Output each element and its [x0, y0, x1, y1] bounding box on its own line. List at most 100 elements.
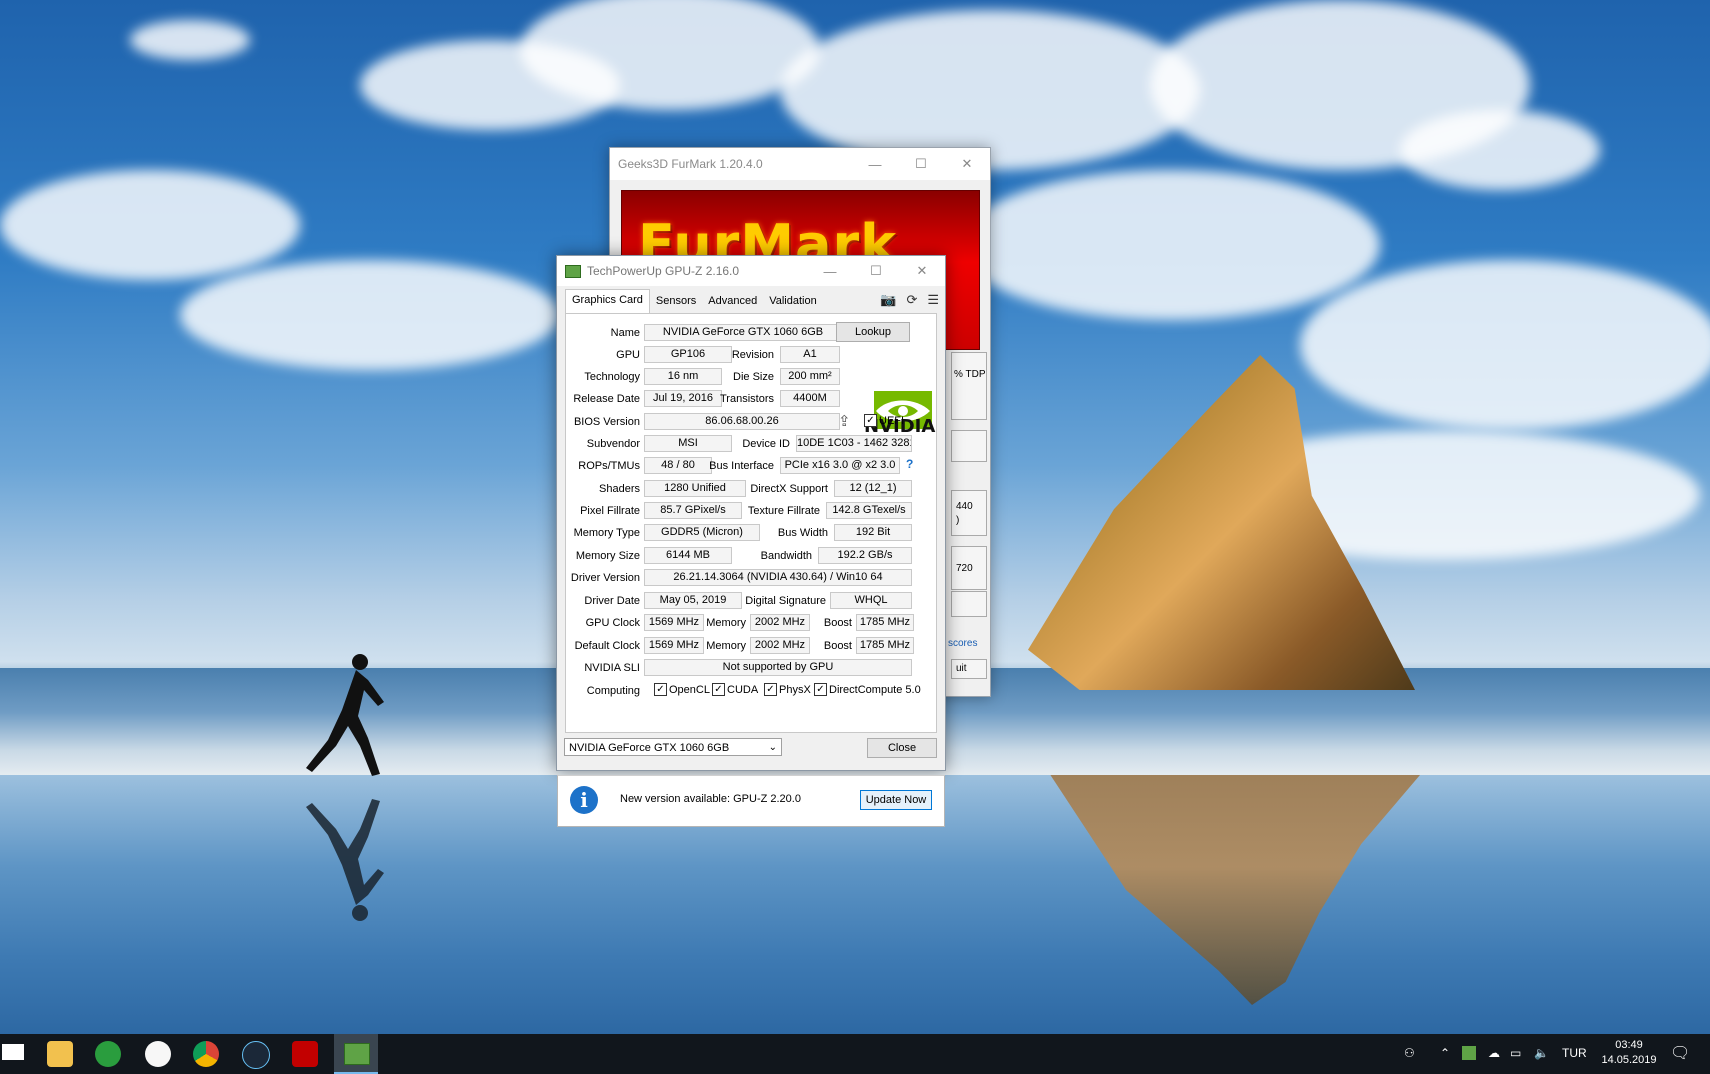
clock-time: 03:49	[1615, 1039, 1643, 1051]
action-center-icon[interactable]: 🗨	[1670, 1043, 1690, 1063]
value-transistors[interactable]: 4400M	[780, 390, 840, 407]
value-name[interactable]: NVIDIA GeForce GTX 1060 6GB	[644, 324, 842, 341]
furmark-value-440: 440	[956, 501, 973, 512]
furmark-side-box[interactable]	[951, 430, 987, 462]
value-default-clock[interactable]: 1569 MHz	[644, 637, 704, 654]
info-icon: i	[570, 786, 598, 814]
chrome-icon[interactable]	[193, 1041, 219, 1067]
furmark-side-box-4[interactable]	[951, 591, 987, 617]
opencl-checkbox[interactable]: ✓ OpenCL	[654, 683, 710, 696]
gpu-select-dropdown[interactable]: NVIDIA GeForce GTX 1060 6GB ⌄	[564, 738, 782, 756]
opencl-label: OpenCL	[669, 683, 710, 696]
furmark-value-paren: )	[956, 515, 960, 526]
clock[interactable]: 03:49 14.05.2019	[1594, 1038, 1664, 1068]
label-computing: Computing	[586, 685, 640, 697]
value-revision[interactable]: A1	[780, 346, 840, 363]
value-gpu-boost[interactable]: 1785 MHz	[856, 614, 914, 631]
value-memory-size[interactable]: 6144 MB	[644, 547, 732, 564]
label-rops-tmus: ROPs/TMUs	[578, 460, 640, 472]
itunes-icon[interactable]	[145, 1041, 171, 1067]
label-revision: Revision	[731, 349, 774, 361]
value-release-date[interactable]: Jul 19, 2016	[644, 390, 722, 407]
maximize-icon[interactable]: ☐	[853, 255, 899, 287]
close-icon[interactable]: ✕	[944, 148, 990, 180]
value-shaders[interactable]: 1280 Unified	[644, 480, 746, 497]
value-bus-width[interactable]: 192 Bit	[834, 524, 912, 541]
cuda-checkbox[interactable]: ✓ CUDA	[712, 683, 758, 696]
value-technology[interactable]: 16 nm	[644, 368, 722, 385]
onedrive-icon[interactable]: ☁	[1488, 1046, 1500, 1060]
furmark-quit-label: uit	[956, 663, 967, 674]
minimize-icon[interactable]: —	[807, 255, 853, 287]
value-gpu-clock[interactable]: 1569 MHz	[644, 614, 704, 631]
furmark-titlebar[interactable]: Geeks3D FurMark 1.20.4.0 — ☐ ✕	[610, 148, 990, 180]
tab-graphics-card[interactable]: Graphics Card	[565, 289, 650, 314]
uefi-checkbox[interactable]: ✓ UEFI	[864, 414, 904, 427]
value-digital-signature[interactable]: WHQL	[830, 592, 912, 609]
share-icon[interactable]: ⇪	[838, 412, 851, 430]
camera-icon[interactable]: 📷	[880, 292, 896, 308]
value-driver-date[interactable]: May 05, 2019	[644, 592, 742, 609]
mail-icon[interactable]	[2, 1044, 24, 1060]
furmark-taskbar-icon[interactable]	[292, 1041, 318, 1067]
value-gpu[interactable]: GP106	[644, 346, 732, 363]
tab-validation[interactable]: Validation	[763, 291, 823, 313]
value-subvendor[interactable]: MSI	[644, 435, 732, 452]
value-memory-type[interactable]: GDDR5 (Micron)	[644, 524, 760, 541]
file-explorer-icon[interactable]	[47, 1041, 73, 1067]
value-texture-fillrate[interactable]: 142.8 GTexel/s	[826, 502, 912, 519]
value-directx[interactable]: 12 (12_1)	[834, 480, 912, 497]
tab-advanced[interactable]: Advanced	[702, 291, 763, 313]
graphics-card-page: Name NVIDIA GeForce GTX 1060 6GB Lookup …	[565, 313, 937, 733]
value-die-size[interactable]: 200 mm²	[780, 368, 840, 385]
value-default-memory[interactable]: 2002 MHz	[750, 637, 810, 654]
whatsapp-icon[interactable]	[95, 1041, 121, 1067]
refresh-icon[interactable]: ⟳	[906, 292, 917, 308]
volume-icon[interactable]: 🔈	[1534, 1046, 1549, 1060]
minimize-icon[interactable]: —	[852, 148, 898, 180]
label-device-id: Device ID	[742, 438, 790, 450]
close-icon[interactable]: ✕	[899, 255, 945, 287]
gpuz-titlebar[interactable]: TechPowerUp GPU-Z 2.16.0 — ☐ ✕	[557, 256, 945, 286]
gpuz-taskbar-active[interactable]	[334, 1034, 378, 1074]
label-transistors: Transistors	[720, 393, 774, 405]
label-bus-interface: Bus Interface	[709, 460, 774, 472]
maximize-icon[interactable]: ☐	[898, 148, 944, 180]
update-message: New version available: GPU-Z 2.20.0	[620, 793, 801, 805]
gpuz-tray-icon[interactable]	[1462, 1046, 1476, 1060]
value-rops-tmus[interactable]: 48 / 80	[644, 457, 712, 474]
gpu-select-value: NVIDIA GeForce GTX 1060 6GB	[569, 742, 730, 754]
gpuz-window[interactable]: TechPowerUp GPU-Z 2.16.0 — ☐ ✕ Graphics …	[556, 255, 946, 827]
network-icon[interactable]: ▭	[1510, 1046, 1521, 1060]
update-now-button[interactable]: Update Now	[860, 790, 932, 810]
label-bus-width: Bus Width	[777, 527, 828, 539]
tab-sensors[interactable]: Sensors	[650, 291, 702, 313]
help-question-icon[interactable]: ?	[906, 457, 913, 471]
value-default-boost[interactable]: 1785 MHz	[856, 637, 914, 654]
steam-icon[interactable]	[242, 1041, 270, 1069]
label-technology: Technology	[584, 371, 640, 383]
label-pixel-fillrate: Pixel Fillrate	[580, 505, 640, 517]
physx-checkbox[interactable]: ✓ PhysX	[764, 683, 811, 696]
menu-icon[interactable]: ☰	[927, 292, 939, 308]
furmark-tdp-text: % TDP	[954, 369, 986, 380]
value-bus-interface[interactable]: PCIe x16 3.0 @ x2 3.0	[780, 457, 900, 474]
value-device-id[interactable]: 10DE 1C03 - 1462 3281	[796, 435, 912, 452]
value-bandwidth[interactable]: 192.2 GB/s	[818, 547, 912, 564]
furmark-quit-button[interactable]: uit	[951, 659, 987, 679]
directcompute-checkbox[interactable]: ✓ DirectCompute 5.0	[814, 683, 921, 696]
people-icon[interactable]: ⚇	[1404, 1046, 1415, 1060]
lookup-button[interactable]: Lookup	[836, 322, 910, 342]
physx-label: PhysX	[779, 683, 811, 696]
value-bios-version[interactable]: 86.06.68.00.26	[644, 413, 840, 430]
value-gpu-memory[interactable]: 2002 MHz	[750, 614, 810, 631]
value-driver-version[interactable]: 26.21.14.3064 (NVIDIA 430.64) / Win10 64	[644, 569, 912, 586]
gpuz-title: TechPowerUp GPU-Z 2.16.0	[587, 264, 740, 278]
close-button[interactable]: Close	[867, 738, 937, 758]
chevron-up-icon[interactable]: ⌃	[1440, 1046, 1450, 1060]
input-language[interactable]: TUR	[1562, 1046, 1587, 1060]
value-pixel-fillrate[interactable]: 85.7 GPixel/s	[644, 502, 742, 519]
value-nvidia-sli[interactable]: Not supported by GPU	[644, 659, 912, 676]
furmark-scores-link[interactable]: scores	[948, 638, 977, 649]
label-driver-date: Driver Date	[584, 595, 640, 607]
